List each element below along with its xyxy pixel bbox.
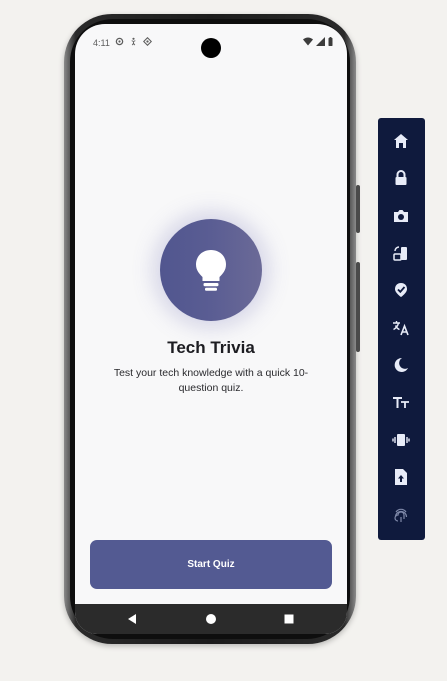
start-quiz-button[interactable]: Start Quiz bbox=[90, 540, 332, 589]
fingerprint-icon bbox=[394, 508, 408, 522]
hero-badge bbox=[160, 219, 262, 321]
tool-dark-mode[interactable] bbox=[390, 354, 412, 376]
app-description: Test your tech knowledge with a quick 10… bbox=[113, 367, 309, 394]
phone-screen: 4:11 Tech Trivia Test your tech knowledg… bbox=[75, 24, 347, 634]
power-button[interactable] bbox=[356, 185, 360, 233]
tool-location[interactable] bbox=[390, 279, 412, 301]
tool-translate[interactable] bbox=[390, 317, 412, 339]
tool-rotate[interactable] bbox=[390, 242, 412, 264]
front-camera bbox=[201, 38, 221, 58]
tool-fingerprint[interactable] bbox=[390, 504, 412, 526]
recents-icon[interactable] bbox=[282, 612, 296, 626]
font-size-icon bbox=[393, 397, 409, 408]
status-notification-icons bbox=[115, 37, 152, 46]
camera-icon bbox=[394, 210, 408, 222]
tool-file-upload[interactable] bbox=[390, 466, 412, 488]
battery-icon bbox=[328, 37, 333, 46]
status-bar: 4:11 bbox=[75, 24, 347, 62]
status-system-icons bbox=[303, 37, 333, 46]
wifi-icon bbox=[303, 37, 313, 46]
lightbulb-icon bbox=[196, 250, 226, 291]
accessibility-status-icon bbox=[131, 37, 136, 46]
location-status-icon bbox=[143, 37, 152, 46]
back-icon[interactable] bbox=[126, 612, 140, 626]
signal-icon bbox=[316, 37, 325, 46]
vibrate-icon bbox=[392, 434, 410, 446]
location-icon bbox=[395, 283, 407, 297]
tool-screenshot[interactable] bbox=[390, 205, 412, 227]
rotate-icon bbox=[393, 246, 407, 261]
settings-status-icon bbox=[115, 37, 124, 46]
home-icon bbox=[394, 134, 408, 148]
status-time: 4:11 bbox=[93, 38, 110, 48]
tool-vibrate[interactable] bbox=[390, 429, 412, 451]
lock-icon bbox=[395, 170, 407, 185]
tool-font-size[interactable] bbox=[390, 391, 412, 413]
volume-button[interactable] bbox=[356, 262, 360, 352]
dark-mode-icon bbox=[394, 357, 408, 372]
translate-icon bbox=[393, 321, 409, 336]
tool-lock[interactable] bbox=[390, 167, 412, 189]
home-icon[interactable] bbox=[204, 612, 218, 626]
emulator-toolbar bbox=[378, 118, 425, 540]
file-upload-icon bbox=[395, 469, 407, 485]
app-title: Tech Trivia bbox=[167, 338, 255, 357]
tool-home[interactable] bbox=[390, 130, 412, 152]
navigation-bar bbox=[75, 604, 347, 634]
